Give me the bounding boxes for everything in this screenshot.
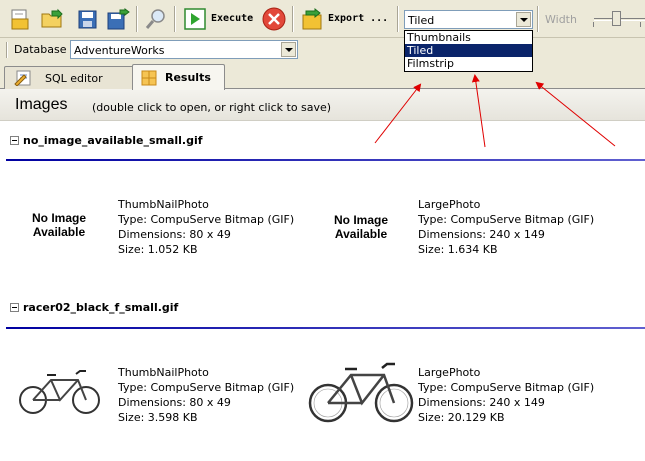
main-toolbar: Execute Export ... Tiled Width bbox=[0, 0, 645, 38]
tab-label: SQL editor bbox=[45, 71, 103, 85]
tab-sql-editor[interactable]: SQL editor bbox=[4, 66, 134, 89]
image-type: Type: CompuServe Bitmap (GIF) bbox=[118, 213, 295, 226]
image-size: Size: 1.052 KB bbox=[118, 243, 198, 256]
database-value: AdventureWorks bbox=[74, 44, 165, 57]
images-title: Images bbox=[15, 96, 68, 113]
image-size: Size: 3.598 KB bbox=[118, 411, 198, 424]
database-select[interactable]: AdventureWorks bbox=[70, 40, 298, 59]
image-type: Type: CompuServe Bitmap (GIF) bbox=[418, 381, 595, 394]
image-dimensions: Dimensions: 240 x 149 bbox=[418, 396, 545, 409]
toolbar-separator bbox=[537, 6, 539, 32]
slider-thumb[interactable] bbox=[612, 11, 621, 26]
view-mode-select[interactable]: Tiled bbox=[404, 10, 533, 29]
execute-icon[interactable] bbox=[181, 5, 209, 33]
export-icon[interactable] bbox=[298, 5, 326, 33]
view-option-filmstrip[interactable]: Filmstrip bbox=[405, 57, 532, 70]
no-image-line2: Available bbox=[32, 225, 86, 239]
new-query-icon[interactable] bbox=[6, 5, 34, 33]
images-header: Images (double click to open, or right c… bbox=[0, 89, 645, 121]
tab-label: Results bbox=[165, 71, 211, 84]
image-info: LargePhoto Type: CompuServe Bitmap (GIF)… bbox=[418, 365, 594, 425]
view-option-thumbnails[interactable]: Thumbnails bbox=[405, 31, 532, 44]
view-mode-dropdown: Thumbnails Tiled Filmstrip bbox=[404, 30, 533, 72]
image-info: LargePhoto Type: CompuServe Bitmap (GIF)… bbox=[418, 197, 594, 257]
width-slider[interactable] bbox=[590, 10, 645, 28]
image-title: LargePhoto bbox=[418, 366, 481, 379]
large-image[interactable]: No Image Available bbox=[326, 213, 396, 241]
save-all-icon[interactable] bbox=[104, 5, 132, 33]
section-divider bbox=[6, 327, 645, 329]
no-image-line1: No Image bbox=[31, 211, 86, 225]
section-divider bbox=[6, 159, 645, 161]
search-icon[interactable] bbox=[142, 5, 170, 33]
width-label: Width bbox=[545, 13, 577, 26]
database-bar: Database AdventureWorks bbox=[0, 38, 645, 62]
section-name: no_image_available_small.gif bbox=[23, 133, 203, 147]
view-option-tiled[interactable]: Tiled bbox=[405, 44, 532, 57]
sql-editor-icon bbox=[14, 70, 31, 86]
collapse-icon[interactable] bbox=[10, 135, 19, 145]
toolbar-separator bbox=[397, 6, 399, 32]
thumbnail-image[interactable]: No Image Available bbox=[24, 211, 94, 239]
open-folder-icon[interactable] bbox=[38, 5, 66, 33]
image-title: ThumbNailPhoto bbox=[118, 198, 209, 211]
image-title: ThumbNailPhoto bbox=[118, 366, 209, 379]
image-title: LargePhoto bbox=[418, 198, 481, 211]
export-button[interactable]: Export ... bbox=[328, 13, 388, 24]
toolbar-separator bbox=[292, 6, 294, 32]
collapse-icon[interactable] bbox=[10, 302, 19, 312]
bicycle-thumbnail[interactable] bbox=[18, 366, 102, 418]
image-type: Type: CompuServe Bitmap (GIF) bbox=[418, 213, 595, 226]
image-info: ThumbNailPhoto Type: CompuServe Bitmap (… bbox=[118, 197, 294, 257]
no-image-line2: Available bbox=[334, 227, 388, 241]
image-info: ThumbNailPhoto Type: CompuServe Bitmap (… bbox=[118, 365, 294, 425]
image-type: Type: CompuServe Bitmap (GIF) bbox=[118, 381, 295, 394]
chevron-down-icon[interactable] bbox=[281, 42, 296, 57]
image-dimensions: Dimensions: 80 x 49 bbox=[118, 228, 231, 241]
no-image-line1: No Image bbox=[333, 213, 388, 227]
cancel-icon[interactable] bbox=[260, 5, 288, 33]
execute-button[interactable]: Execute bbox=[211, 13, 253, 24]
toolbar-separator bbox=[136, 6, 138, 32]
section-header[interactable]: racer02_black_f_small.gif bbox=[10, 300, 178, 314]
image-size: Size: 1.634 KB bbox=[418, 243, 498, 256]
save-icon[interactable] bbox=[74, 5, 102, 33]
image-dimensions: Dimensions: 80 x 49 bbox=[118, 396, 231, 409]
results-panel: Images (double click to open, or right c… bbox=[0, 89, 645, 461]
results-grid-icon bbox=[141, 70, 157, 85]
editor-tabs: SQL editor Results bbox=[0, 62, 645, 90]
section-header[interactable]: no_image_available_small.gif bbox=[10, 133, 203, 147]
toolbar-separator bbox=[174, 6, 176, 32]
bicycle-large[interactable] bbox=[308, 357, 414, 427]
image-size: Size: 20.129 KB bbox=[418, 411, 505, 424]
image-dimensions: Dimensions: 240 x 149 bbox=[418, 228, 545, 241]
chevron-down-icon[interactable] bbox=[516, 12, 531, 27]
images-hint: (double click to open, or right click to… bbox=[92, 101, 332, 114]
section-name: racer02_black_f_small.gif bbox=[23, 300, 179, 314]
tab-results[interactable]: Results bbox=[132, 64, 225, 90]
database-label: Database bbox=[14, 43, 67, 56]
view-mode-value: Tiled bbox=[408, 14, 435, 27]
